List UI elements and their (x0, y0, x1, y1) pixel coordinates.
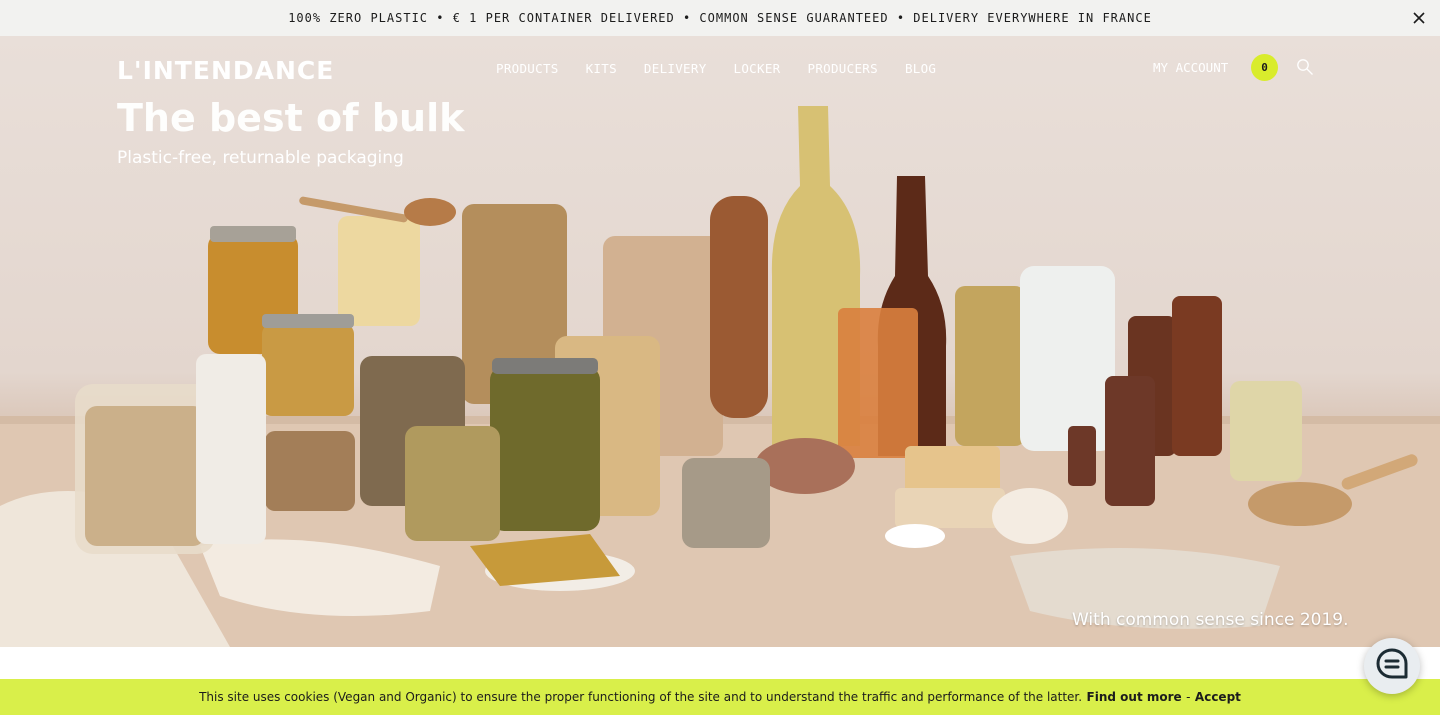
accept-cookies-button[interactable]: Accept (1195, 690, 1241, 704)
cookie-separator: - (1186, 690, 1191, 704)
close-icon[interactable] (1410, 9, 1428, 27)
main-nav: PRODUCTS KITS DELIVERY LOCKER PRODUCERS … (496, 61, 936, 76)
chat-button[interactable] (1364, 638, 1420, 694)
search-icon[interactable] (1296, 58, 1314, 76)
nav-item-delivery[interactable]: DELIVERY (644, 61, 707, 76)
hero-section: The best of bulk Plastic-free, returnabl… (0, 36, 1440, 647)
cart-button[interactable]: 0 (1251, 54, 1278, 81)
site-logo[interactable]: L'INTENDANCE (117, 56, 334, 85)
hero-subtitle: Plastic-free, returnable packaging (117, 148, 404, 168)
cart-count: 0 (1261, 61, 1268, 74)
nav-item-producers[interactable]: PRODUCERS (808, 61, 878, 76)
my-account-link[interactable]: MY ACCOUNT (1153, 60, 1228, 75)
nav-item-blog[interactable]: BLOG (905, 61, 936, 76)
hero-title: The best of bulk (117, 96, 465, 140)
nav-item-locker[interactable]: LOCKER (734, 61, 781, 76)
nav-item-kits[interactable]: KITS (586, 61, 617, 76)
nav-item-products[interactable]: PRODUCTS (496, 61, 559, 76)
cookie-text: This site uses cookies (Vegan and Organi… (199, 690, 1083, 704)
find-out-more-link[interactable]: Find out more (1087, 690, 1182, 704)
announcement-bar: 100% ZERO PLASTIC • € 1 PER CONTAINER DE… (0, 0, 1440, 36)
chat-icon (1375, 647, 1409, 686)
cookie-banner: This site uses cookies (Vegan and Organi… (0, 679, 1440, 715)
announcement-text: 100% ZERO PLASTIC • € 1 PER CONTAINER DE… (288, 11, 1152, 25)
hero-tagline: With common sense since 2019. (1072, 610, 1349, 630)
